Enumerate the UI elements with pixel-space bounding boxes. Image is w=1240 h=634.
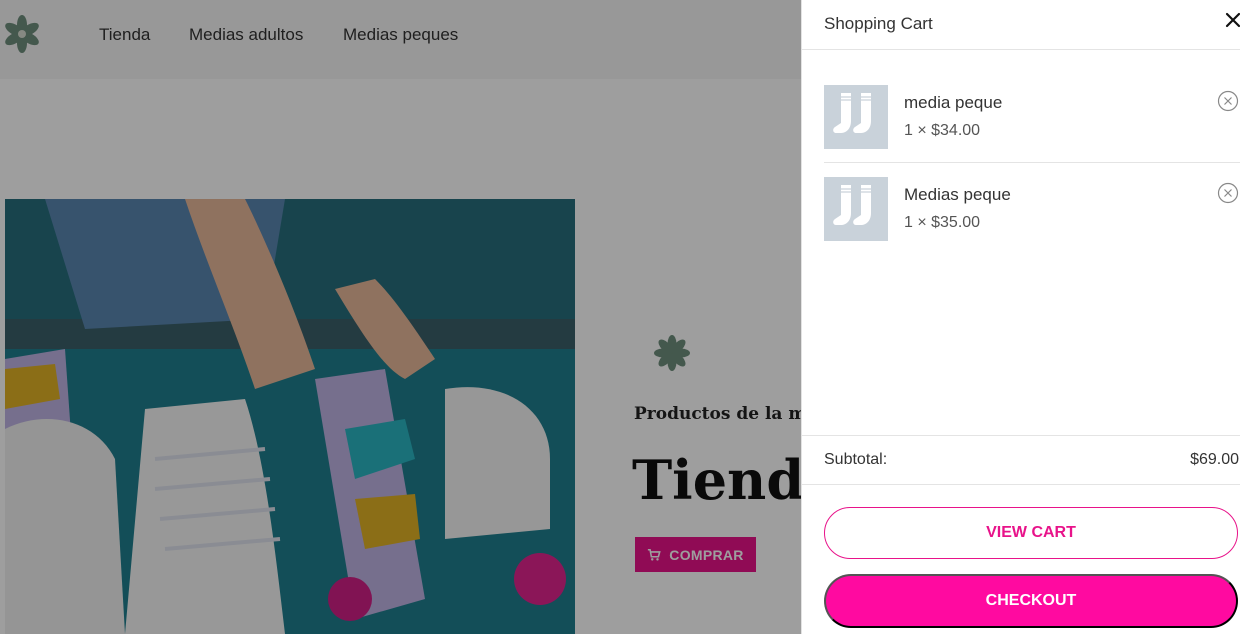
close-icon[interactable] bbox=[1224, 10, 1240, 30]
remove-item-icon[interactable] bbox=[1217, 90, 1239, 112]
sock-thumbnail-icon[interactable] bbox=[824, 177, 888, 241]
cart-item: media peque 1 × $34.00 bbox=[824, 72, 1240, 163]
cart-item-name[interactable]: Medias peque bbox=[904, 185, 1011, 205]
view-cart-button[interactable]: VIEW CART bbox=[824, 507, 1238, 559]
page-dim-overlay[interactable] bbox=[0, 0, 801, 634]
cart-drawer: Shopping Cart media peque 1 × $34.00 Med… bbox=[801, 0, 1240, 634]
cart-item-qty-price: 1 × $34.00 bbox=[904, 122, 981, 139]
cart-header: Shopping Cart bbox=[802, 0, 1240, 50]
cart-item-name[interactable]: media peque bbox=[904, 93, 1002, 113]
subtotal-row: Subtotal: $69.00 bbox=[802, 435, 1240, 485]
cart-item-qty-price: 1 × $35.00 bbox=[904, 214, 981, 231]
subtotal-value: $69.00 bbox=[1190, 451, 1239, 468]
remove-item-icon[interactable] bbox=[1217, 182, 1239, 204]
cart-title: Shopping Cart bbox=[824, 14, 933, 33]
cart-item: Medias peque 1 × $35.00 bbox=[824, 164, 1240, 256]
sock-thumbnail-icon[interactable] bbox=[824, 85, 888, 149]
subtotal-label: Subtotal: bbox=[824, 451, 888, 468]
checkout-button[interactable]: CHECKOUT bbox=[824, 574, 1238, 628]
